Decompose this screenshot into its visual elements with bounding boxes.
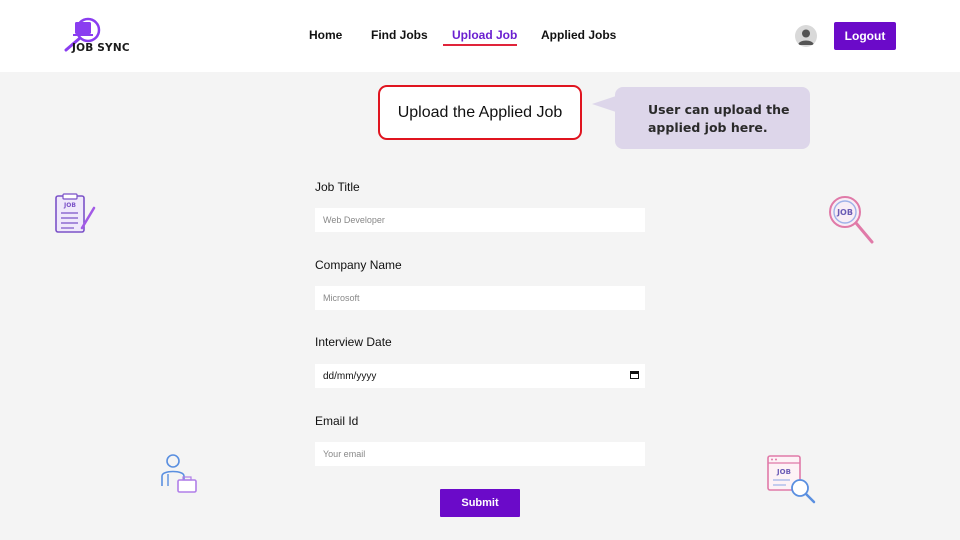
nav-applied-jobs[interactable]: Applied Jobs <box>541 28 616 42</box>
active-nav-underline <box>443 44 517 46</box>
company-name-placeholder: Microsoft <box>323 293 360 303</box>
callout-line-2: applied job here. <box>648 120 768 135</box>
interview-date-placeholder: dd/mm/yyyy <box>323 370 377 382</box>
callout-tail <box>592 96 616 112</box>
user-avatar-icon[interactable] <box>795 25 817 47</box>
submit-button[interactable]: Submit <box>440 489 520 517</box>
logout-button[interactable]: Logout <box>834 22 896 50</box>
svg-text:JOB: JOB <box>836 208 853 217</box>
nav-upload-job[interactable]: Upload Job <box>452 28 517 42</box>
email-label: Email Id <box>315 414 359 428</box>
callout-line-1: User can upload the <box>648 102 790 117</box>
job-title-placeholder: Web Developer <box>323 215 385 225</box>
email-placeholder: Your email <box>323 449 366 459</box>
email-input[interactable]: Your email <box>315 442 645 466</box>
job-seeker-briefcase-icon <box>161 454 197 493</box>
job-title-input[interactable]: Web Developer <box>315 208 645 232</box>
svg-text:JOB: JOB <box>63 202 76 209</box>
annotation-callout: User can upload the applied job here. <box>615 87 810 149</box>
company-name-input[interactable]: Microsoft <box>315 286 645 310</box>
page-title-text: Upload the Applied Job <box>397 103 563 121</box>
page-title: Upload the Applied Job <box>378 85 582 140</box>
job-title-label: Job Title <box>315 180 360 194</box>
job-clipboard-icon: JOB <box>55 193 96 233</box>
interview-date-label: Interview Date <box>315 335 392 349</box>
calendar-icon[interactable] <box>630 370 639 382</box>
svg-text:JOB: JOB <box>776 468 791 476</box>
interview-date-input[interactable]: dd/mm/yyyy <box>315 364 645 388</box>
company-name-label: Company Name <box>315 258 402 272</box>
job-search-magnifier-icon: JOB <box>829 196 874 244</box>
nav-home[interactable]: Home <box>309 28 342 42</box>
top-header: JOB SYNC Home Find Jobs Upload Job Appli… <box>0 0 960 72</box>
job-document-search-icon: JOB <box>767 455 816 504</box>
nav-find-jobs[interactable]: Find Jobs <box>371 28 428 42</box>
